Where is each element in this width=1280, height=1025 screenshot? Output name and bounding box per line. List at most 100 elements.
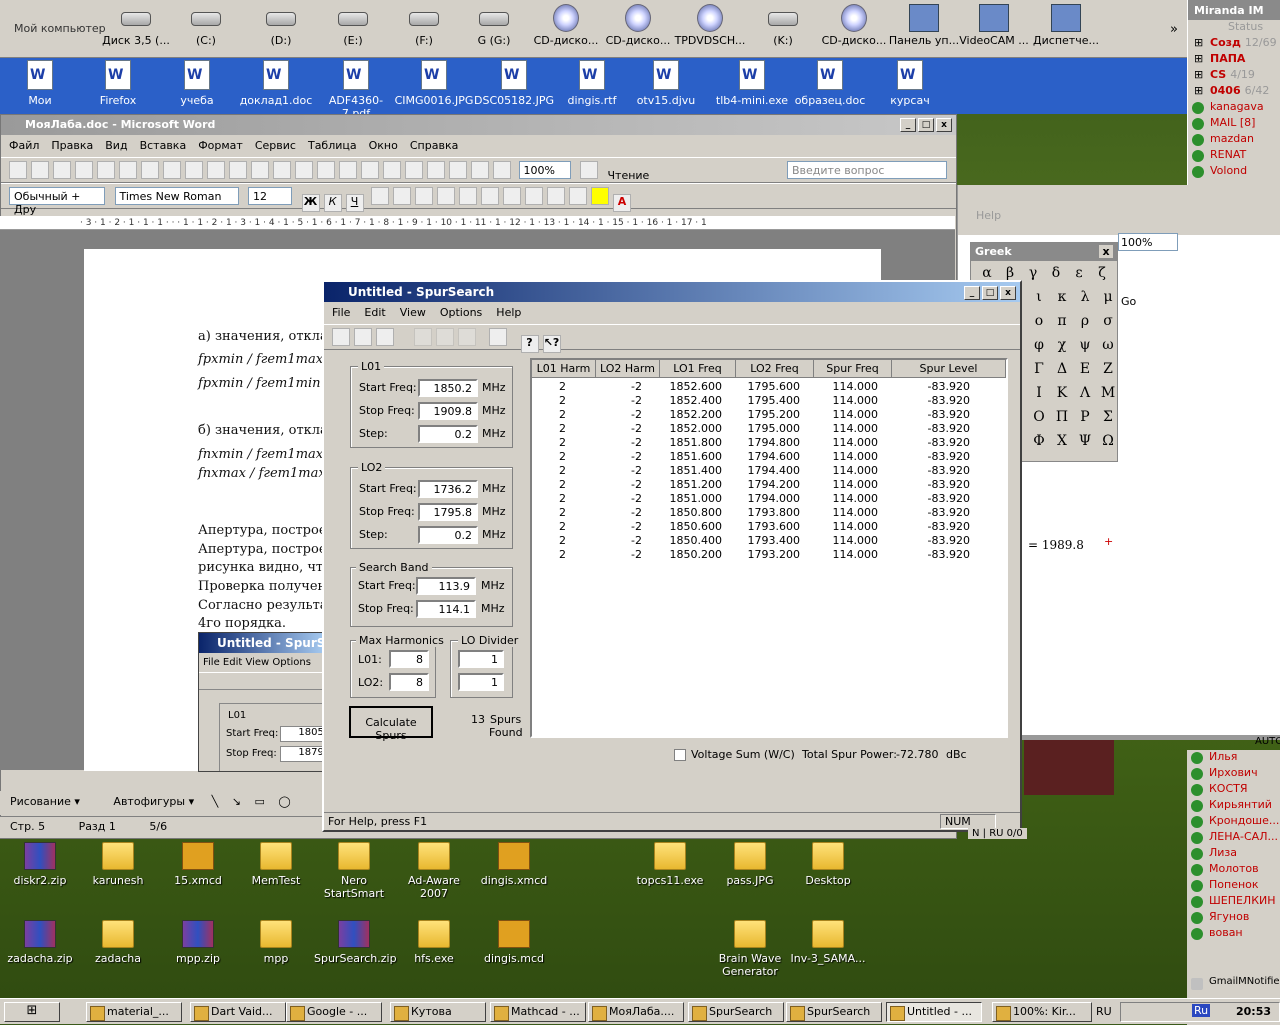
line-spacing-icon[interactable] <box>459 187 477 205</box>
harm-lo1-input[interactable]: 8 <box>389 650 429 668</box>
column-header-4[interactable]: Spur Freq <box>814 360 892 378</box>
greek-char-25[interactable]: Μ <box>1096 385 1120 407</box>
lo2-start-input[interactable]: 1736.2 <box>418 480 478 498</box>
desktop-icon[interactable]: SpurSearch.zip <box>314 920 397 965</box>
spur-minimize-button[interactable]: _ <box>964 286 980 300</box>
word-menu-2[interactable]: Вид <box>105 139 127 152</box>
greek-char-17[interactable]: ω <box>1096 337 1120 359</box>
lo1-step-input[interactable]: 0.2 <box>418 425 478 443</box>
spur-menu-1[interactable]: Edit <box>364 306 385 319</box>
underline-button[interactable]: Ч <box>345 194 364 212</box>
taskbar-button-6[interactable]: SpurSearch <box>688 1002 784 1022</box>
contact-row[interactable]: КОСТЯ <box>1187 782 1280 798</box>
format-painter-icon[interactable] <box>273 161 291 179</box>
insert-table-icon[interactable] <box>383 161 401 179</box>
go-button[interactable]: Go <box>1121 295 1136 308</box>
plus-icon[interactable]: ⊞ <box>1194 68 1203 81</box>
contact-row[interactable]: Ирхович <box>1187 766 1280 782</box>
greek-char-12[interactable]: ρ <box>1073 313 1097 335</box>
print-icon[interactable] <box>489 328 507 346</box>
word-menu-1[interactable]: Правка <box>51 139 93 152</box>
tray-lang[interactable]: Ru <box>1192 1004 1211 1017</box>
greek-char-31[interactable]: Χ <box>1050 433 1074 455</box>
spur-menu-0[interactable]: File <box>332 306 350 319</box>
contact-row[interactable]: Илья <box>1187 750 1280 766</box>
lo1-start-input[interactable]: 1850.2 <box>418 379 478 397</box>
word-titlebar[interactable]: МояЛаба.doc - Microsoft Word _ □ x <box>1 115 956 135</box>
greek-char-9[interactable]: μ <box>1096 289 1120 311</box>
ruler[interactable]: · 3 · 1 · 2 · 1 · 1 · 1 · · · 1 · 1 · 2 … <box>0 216 955 230</box>
desktop-icon[interactable]: zadacha.zip <box>0 920 80 965</box>
cut-icon[interactable] <box>413 328 432 346</box>
desktop-file-1[interactable]: Firefox <box>78 60 158 107</box>
greek-char-8[interactable]: λ <box>1073 289 1097 311</box>
taskbar-button-8[interactable]: Untitled - ... <box>886 1002 982 1022</box>
save-file-icon[interactable] <box>376 328 394 346</box>
autoshapes-menu[interactable]: Автофигуры <box>113 795 185 808</box>
desktop-file-9[interactable]: tlb4-mini.exe <box>712 60 792 107</box>
column-header-0[interactable]: L01 Harm <box>532 360 596 378</box>
harm-lo2-input[interactable]: 8 <box>389 673 429 691</box>
taskbar-button-4[interactable]: Mathcad - ... <box>490 1002 586 1022</box>
taskbar-button-0[interactable]: material_... <box>86 1002 182 1022</box>
voltage-sum-checkbox[interactable] <box>674 749 686 761</box>
minimize-button[interactable]: _ <box>900 118 916 132</box>
context-help-icon[interactable]: ↖? <box>542 335 561 353</box>
desktop-icon[interactable]: Inv-3_SAMA... <box>788 920 868 965</box>
zoom-combo[interactable]: 100% <box>1118 233 1178 251</box>
excel-icon[interactable] <box>405 161 423 179</box>
greek-char-11[interactable]: π <box>1050 313 1074 335</box>
indent-icon[interactable] <box>547 187 565 205</box>
save-icon[interactable] <box>53 161 71 179</box>
desktop-file-2[interactable]: учеба <box>157 60 237 107</box>
tables-icon[interactable] <box>361 161 379 179</box>
miranda-group[interactable]: ⊞ Созд 12/69 <box>1188 36 1280 52</box>
taskbar-button-1[interactable]: Dart Vaid... <box>190 1002 286 1022</box>
greek-char-28[interactable]: Ρ <box>1073 409 1097 431</box>
spur-maximize-button[interactable]: □ <box>982 286 998 300</box>
plus-icon[interactable]: ⊞ <box>1194 52 1203 65</box>
research-icon[interactable] <box>185 161 203 179</box>
miranda-group[interactable]: ⊞ CS 4/19 <box>1188 68 1280 84</box>
greek-char-5[interactable]: ζ <box>1090 265 1114 287</box>
plus-icon[interactable]: ⊞ <box>1194 36 1203 49</box>
miranda-contact[interactable]: Volond <box>1188 164 1280 180</box>
oval-icon[interactable]: ◯ <box>278 795 290 808</box>
miranda-contact[interactable]: mazdan <box>1188 132 1280 148</box>
numbering-icon[interactable] <box>481 187 499 205</box>
redo-icon[interactable] <box>317 161 335 179</box>
about-icon[interactable]: ? <box>520 335 539 353</box>
read-button[interactable]: Чтение <box>606 167 652 184</box>
taskbar-button-2[interactable]: Google - ... <box>286 1002 382 1022</box>
miranda-contact[interactable]: RENAT <box>1188 148 1280 164</box>
greek-char-30[interactable]: Φ <box>1027 433 1051 455</box>
greek-char-32[interactable]: Ψ <box>1073 433 1097 455</box>
greek-char-16[interactable]: ψ <box>1073 337 1097 359</box>
spur-menu-4[interactable]: Help <box>496 306 521 319</box>
desktop-icon[interactable]: diskr2.zip <box>0 842 80 887</box>
desktop-icon[interactable]: zadacha <box>78 920 158 965</box>
miranda-status[interactable]: Status <box>1188 20 1280 36</box>
word-menu-8[interactable]: Справка <box>410 139 458 152</box>
desktop-icon[interactable]: Nero StartSmart <box>314 842 394 900</box>
drawing-icon[interactable] <box>449 161 467 179</box>
open-file-icon[interactable] <box>354 328 372 346</box>
lo1-stop-input[interactable]: 1909.8 <box>418 402 478 420</box>
greek-char-10[interactable]: ο <box>1027 313 1051 335</box>
undo-icon[interactable] <box>295 161 313 179</box>
help-icon[interactable] <box>580 161 598 179</box>
contact-row[interactable]: вован <box>1187 926 1280 942</box>
column-header-5[interactable]: Spur Level <box>892 360 1006 378</box>
greek-char-29[interactable]: Σ <box>1096 409 1120 431</box>
miranda-contact[interactable]: kanagava <box>1188 100 1280 116</box>
arrow-icon[interactable]: ↘ <box>232 795 241 808</box>
gmail-notifier[interactable]: GmailMNotifier <box>1187 976 1280 992</box>
miranda-contact[interactable]: MAIL [8] <box>1188 116 1280 132</box>
contact-row[interactable]: Крондоше... <box>1187 814 1280 830</box>
desktop-item-5[interactable]: G (G:) <box>458 4 530 47</box>
greek-char-21[interactable]: Ζ <box>1096 361 1120 383</box>
desktop-file-3[interactable]: доклад1.doc <box>236 60 316 107</box>
desktop-icon[interactable]: 15.xmcd <box>158 842 238 887</box>
size-combo[interactable]: 12 <box>248 187 292 205</box>
greek-char-13[interactable]: σ <box>1096 313 1120 335</box>
